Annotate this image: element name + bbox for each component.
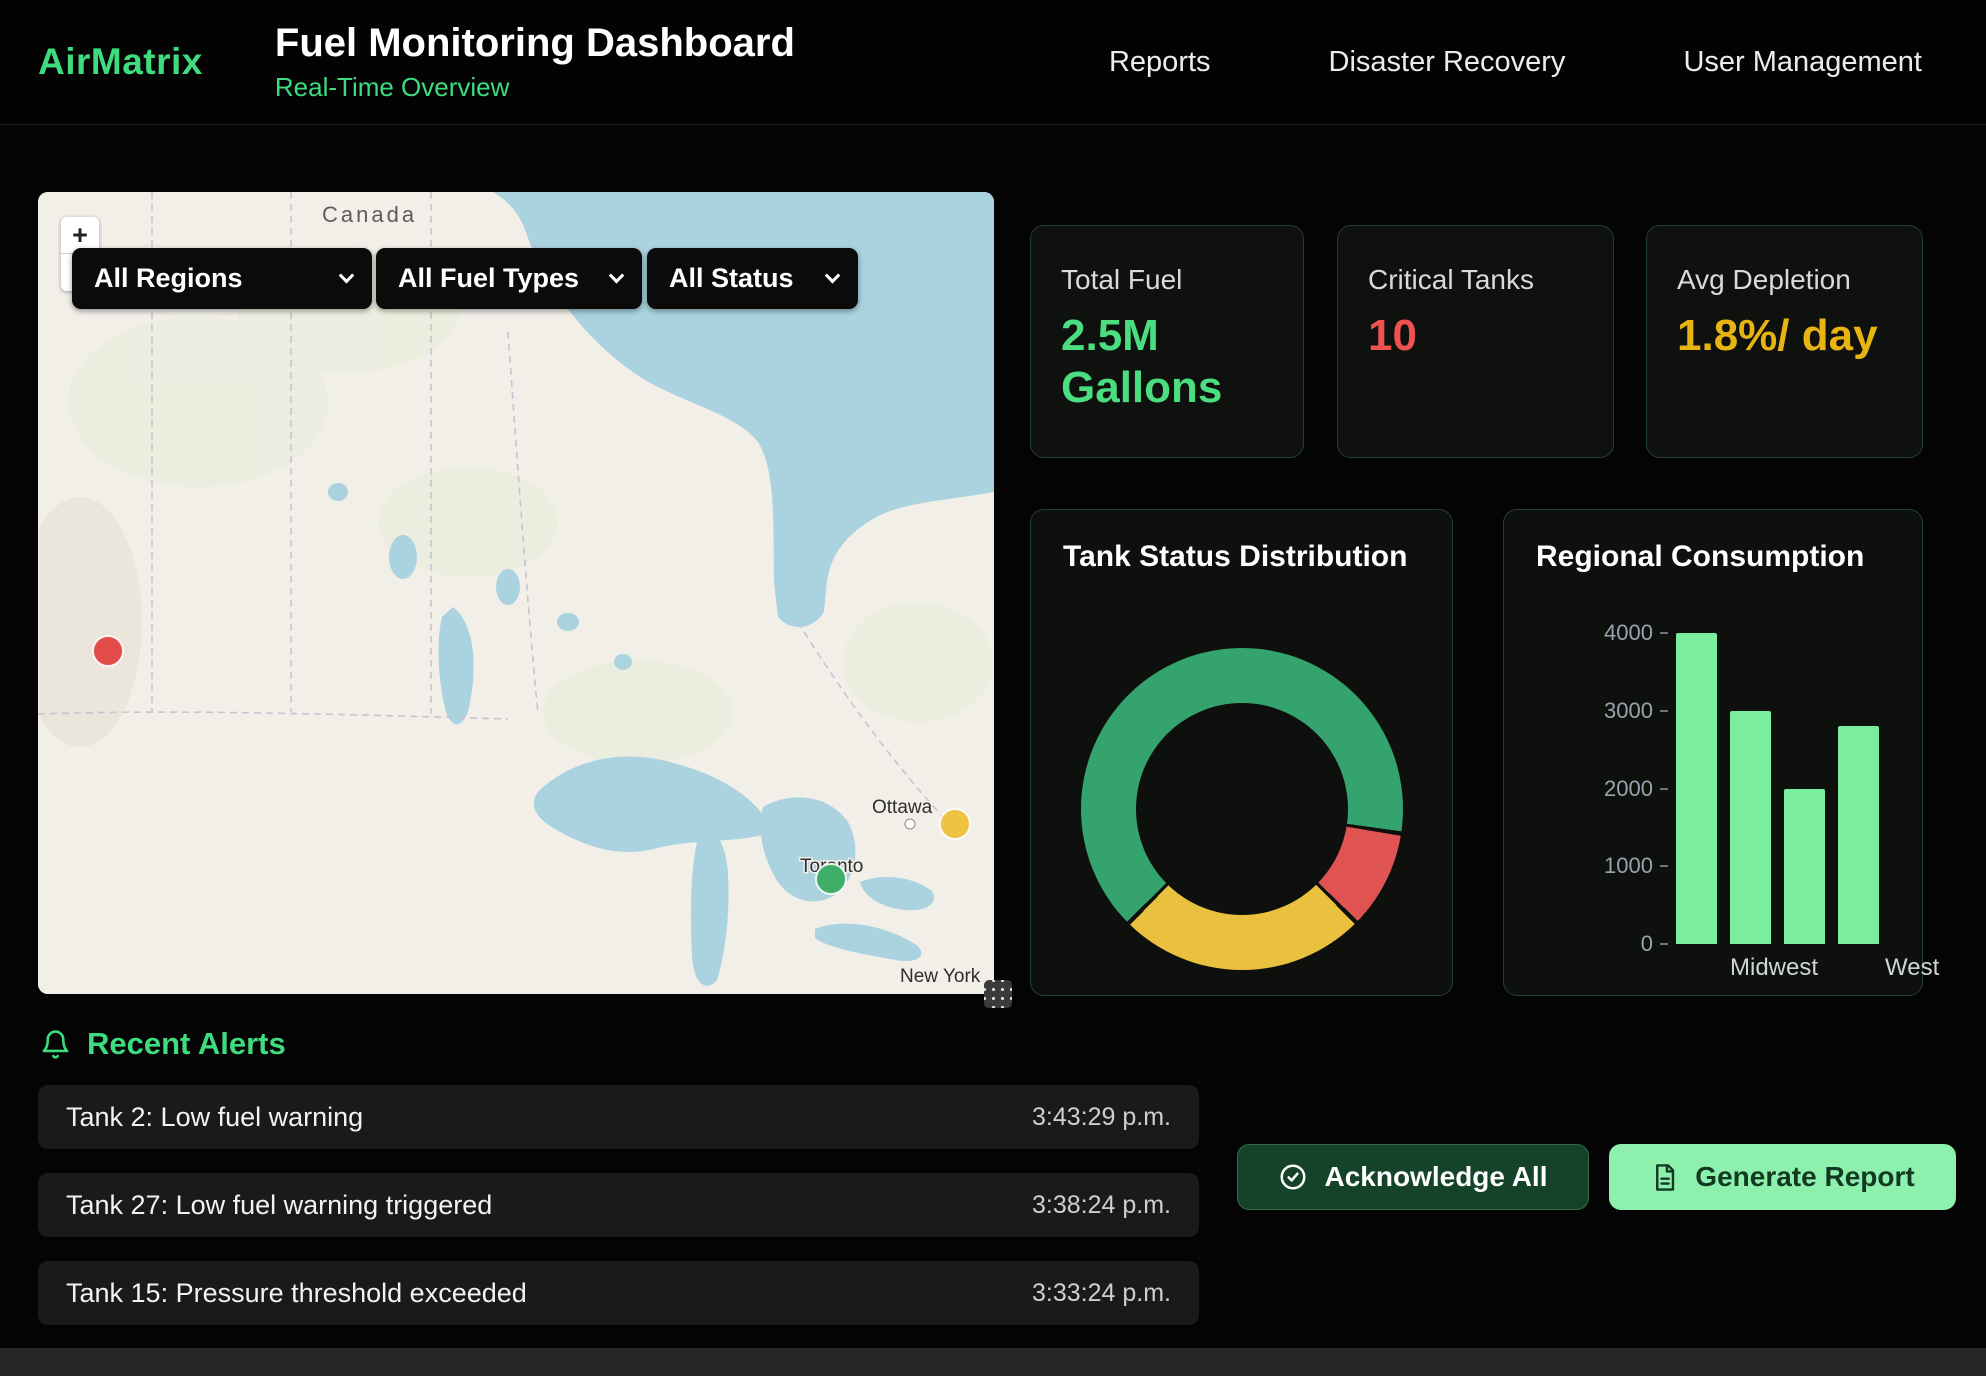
check-circle-icon [1278,1162,1308,1192]
chevron-down-icon [825,268,841,284]
stat-card-critical-tanks: Critical Tanks 10 [1337,225,1614,458]
alert-message: Tank 2: Low fuel warning [66,1102,363,1133]
bar-2 [1730,711,1771,944]
stat-label: Total Fuel [1061,264,1273,296]
recent-alerts-heading: Recent Alerts [40,1026,286,1062]
bar-x-label: Midwest [1730,954,1818,982]
acknowledge-all-button[interactable]: Acknowledge All [1237,1144,1589,1210]
bar-chart-bars [1676,633,1888,944]
resize-grip[interactable] [984,980,1012,1008]
generate-report-label: Generate Report [1695,1161,1914,1193]
fuel-monitoring-dashboard: AirMatrix Fuel Monitoring Dashboard Real… [0,0,1986,1376]
alert-row[interactable]: Tank 27: Low fuel warning triggered 3:38… [38,1173,1199,1237]
bar-chart-title: Regional Consumption [1536,540,1890,574]
stat-card-total-fuel: Total Fuel 2.5M Gallons [1030,225,1304,458]
title-block: Fuel Monitoring Dashboard Real-Time Over… [275,21,795,103]
y-tick-label: 1000 [1604,853,1653,879]
page-title: Fuel Monitoring Dashboard [275,21,795,66]
main-nav: Reports Disaster Recovery User Managemen… [1109,46,1922,79]
footer-bar [0,1348,1986,1376]
fuel-filter-value: All Fuel Types [398,263,579,294]
bar-3 [1784,789,1825,945]
stat-label: Critical Tanks [1368,264,1583,296]
alert-message: Tank 27: Low fuel warning triggered [66,1190,492,1221]
tank-map[interactable]: Canada Ottawa Toronto New York + − All R… [38,192,994,994]
bar-4 [1838,726,1879,944]
tank-marker-warning[interactable] [940,809,970,839]
alert-timestamp: 3:43:29 p.m. [1032,1103,1171,1132]
chevron-down-icon [609,268,625,284]
alert-timestamp: 3:38:24 p.m. [1032,1191,1171,1220]
status-filter-value: All Status [669,263,794,294]
stat-value: 1.8%/ day [1677,310,1892,362]
alert-message: Tank 15: Pressure threshold exceeded [66,1278,527,1309]
nav-reports[interactable]: Reports [1109,46,1211,79]
nav-user-management[interactable]: User Management [1683,46,1922,79]
recent-alerts-title: Recent Alerts [87,1026,286,1062]
tank-marker-critical[interactable] [93,636,123,666]
tank-marker-normal[interactable] [816,864,846,894]
region-filter-dropdown[interactable]: All Regions [72,248,372,309]
alert-row[interactable]: Tank 2: Low fuel warning 3:43:29 p.m. [38,1085,1199,1149]
y-tick-label: 2000 [1604,776,1653,802]
tank-status-distribution-card: Tank Status Distribution [1030,509,1453,996]
generate-report-button[interactable]: Generate Report [1609,1144,1956,1210]
city-dot-ottawa [906,820,915,829]
alert-row[interactable]: Tank 15: Pressure threshold exceeded 3:3… [38,1261,1199,1325]
stat-card-avg-depletion: Avg Depletion 1.8%/ day [1646,225,1923,458]
acknowledge-all-label: Acknowledge All [1324,1161,1547,1193]
brand-logo[interactable]: AirMatrix [38,41,203,83]
regional-consumption-card: Regional Consumption 4000 3000 2000 1000 0 M… [1503,509,1923,996]
y-tick-label: 4000 [1604,620,1653,646]
y-tick-label: 0 [1641,931,1653,957]
bar-chart-y-axis: 40003000200010000 [1530,633,1668,944]
donut-chart-title: Tank Status Distribution [1063,540,1420,574]
alert-timestamp: 3:33:24 p.m. [1032,1279,1171,1308]
y-tick-label: 3000 [1604,698,1653,724]
region-filter-value: All Regions [94,263,243,294]
donut-hole [1136,703,1348,915]
city-label-ottawa: Ottawa [872,797,933,818]
stat-value: 2.5M Gallons [1061,310,1273,414]
bar-x-label: West [1885,954,1939,982]
bar-chart-x-labels: MidwestWest [1676,954,1888,982]
bar-1 [1676,633,1717,944]
country-label: Canada [322,202,417,227]
status-filter-dropdown[interactable]: All Status [647,248,858,309]
stat-label: Avg Depletion [1677,264,1892,296]
stat-value: 10 [1368,310,1583,362]
bell-icon [40,1029,71,1060]
page-subtitle: Real-Time Overview [275,72,795,103]
document-icon [1650,1163,1679,1192]
chevron-down-icon [339,268,355,284]
header: AirMatrix Fuel Monitoring Dashboard Real… [0,0,1986,125]
fuel-type-filter-dropdown[interactable]: All Fuel Types [376,248,642,309]
nav-disaster-recovery[interactable]: Disaster Recovery [1329,46,1566,79]
donut-ring [1081,648,1403,970]
city-label-newyork: New York [900,966,981,987]
map-canvas: Canada Ottawa Toronto New York [38,192,994,994]
